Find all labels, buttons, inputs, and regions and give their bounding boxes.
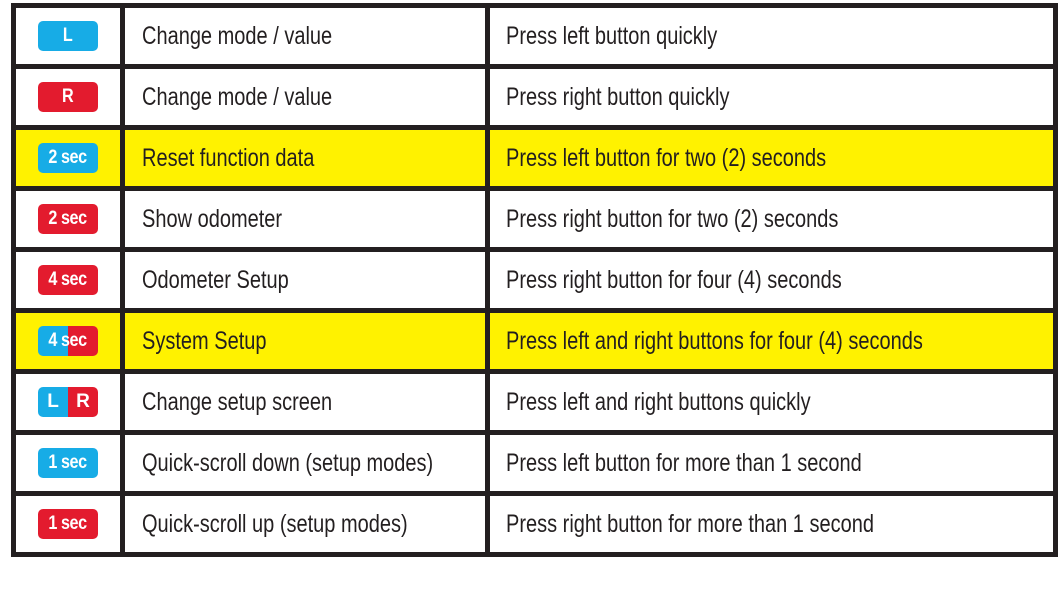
- action-cell: System Setup: [120, 308, 490, 374]
- instruction-cell: Press left button for more than 1 second: [485, 430, 1058, 496]
- right-4sec-badge: 4 sec: [38, 265, 98, 296]
- table-row: 2 sec Show odometer Press right button f…: [11, 186, 1058, 252]
- instruction-cell: Press right button for two (2) seconds: [485, 186, 1058, 252]
- badge-cell: 4 sec: [11, 308, 125, 374]
- button-functions-table: L Change mode / value Press left button …: [11, 3, 1058, 557]
- badge-cell: 2 sec: [11, 125, 125, 191]
- action-cell: Odometer Setup: [120, 247, 490, 313]
- table-row: 1 sec Quick-scroll down (setup modes) Pr…: [11, 430, 1058, 496]
- badge-cell: LR: [11, 369, 125, 435]
- badge-cell: L: [11, 3, 125, 69]
- action-cell: Change mode / value: [120, 64, 490, 130]
- instruction-cell: Press right button for more than 1 secon…: [485, 491, 1058, 557]
- action-cell: Reset function data: [120, 125, 490, 191]
- action-cell: Show odometer: [120, 186, 490, 252]
- right-2sec-badge: 2 sec: [38, 204, 98, 235]
- badge-cell: 2 sec: [11, 186, 125, 252]
- badge-cell: 1 sec: [11, 491, 125, 557]
- right-button-badge: R: [38, 82, 98, 113]
- action-cell: Quick-scroll down (setup modes): [120, 430, 490, 496]
- instruction-cell: Press right button quickly: [485, 64, 1058, 130]
- table-row: LR Change setup screen Press left and ri…: [11, 369, 1058, 435]
- instruction-cell: Press right button for four (4) seconds: [485, 247, 1058, 313]
- table-row: 4 sec Odometer Setup Press right button …: [11, 247, 1058, 313]
- badge-cell: 4 sec: [11, 247, 125, 313]
- action-cell: Change mode / value: [120, 3, 490, 69]
- instruction-cell: Press left button quickly: [485, 3, 1058, 69]
- instruction-cell: Press left and right buttons for four (4…: [485, 308, 1058, 374]
- table-row: 1 sec Quick-scroll up (setup modes) Pres…: [11, 491, 1058, 557]
- action-cell: Quick-scroll up (setup modes): [120, 491, 490, 557]
- instruction-cell: Press left and right buttons quickly: [485, 369, 1058, 435]
- table-row-highlighted: 4 sec System Setup Press left and right …: [11, 308, 1058, 374]
- left-1sec-badge: 1 sec: [38, 448, 98, 479]
- badge-cell: R: [11, 64, 125, 130]
- table-row: L Change mode / value Press left button …: [11, 3, 1058, 69]
- right-1sec-badge: 1 sec: [38, 509, 98, 540]
- badge-cell: 1 sec: [11, 430, 125, 496]
- action-cell: Change setup screen: [120, 369, 490, 435]
- table-row: R Change mode / value Press right button…: [11, 64, 1058, 130]
- instruction-cell: Press left button for two (2) seconds: [485, 125, 1058, 191]
- both-4sec-badge: 4 sec: [38, 326, 98, 357]
- left-2sec-badge: 2 sec: [38, 143, 98, 174]
- table-row-highlighted: 2 sec Reset function data Press left but…: [11, 125, 1058, 191]
- left-right-badge: LR: [38, 387, 98, 418]
- left-button-badge: L: [38, 21, 98, 52]
